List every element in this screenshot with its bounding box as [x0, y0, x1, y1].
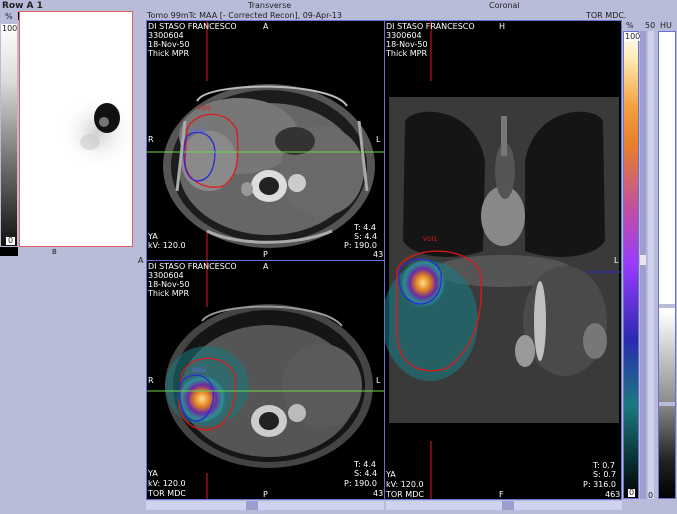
orientation-top: H	[499, 22, 506, 31]
transverse-fused-view[interactable]: DI STASO FRANCESCO 3300604 18-Nov-50 Thi…	[146, 260, 385, 500]
thickness-t: T: 4.4	[354, 460, 376, 469]
colorbar-percent-label: %	[626, 21, 634, 30]
orientation-bottom: P	[263, 490, 268, 499]
mip-image	[58, 94, 132, 170]
thickness-t: T: 4.4	[354, 223, 376, 232]
scale-top-label: 100	[2, 24, 18, 33]
study-header: Tomo 99mTc MAA [- Corrected Recon], 09-A…	[147, 11, 342, 20]
color-scale-slider[interactable]	[640, 31, 646, 499]
hu-label: HU	[660, 21, 672, 30]
hu-window-marker-lower[interactable]	[659, 402, 675, 406]
orientation-top: A	[263, 262, 269, 271]
orientation-bottom: P	[263, 250, 268, 259]
orientation-right: L	[376, 135, 381, 144]
colorbar-top-value: 100	[625, 32, 641, 41]
hu-scale-bar	[658, 31, 676, 499]
slice-number: 463	[605, 490, 621, 499]
thickness-s: S: 0.7	[593, 470, 617, 479]
thickness-s: S: 4.4	[354, 232, 378, 241]
color-scale-bar: 100 0	[623, 31, 641, 499]
patient-dob: 18-Nov-50	[386, 40, 428, 49]
orientation-right: L	[614, 256, 619, 265]
kv-label: kV: 120.0	[148, 479, 186, 488]
scale-bottom-label: 0	[6, 236, 16, 245]
patient-dob: 18-Nov-50	[148, 280, 190, 289]
footer-label: TOR MDC	[386, 490, 424, 499]
patient-name: DI STASO FRANCESCO	[386, 22, 475, 31]
voi1-label: VOI1	[423, 236, 438, 243]
recon-type: Thick MPR	[148, 49, 190, 58]
orientation-top: A	[263, 22, 269, 31]
position-p: P: 190.0	[344, 479, 377, 488]
kv-label: kV: 120.0	[386, 480, 424, 489]
transverse-scrollbar[interactable]	[146, 501, 384, 510]
mip-viewport[interactable]	[19, 11, 133, 247]
coronal-image	[385, 21, 621, 499]
transverse-scroll-thumb[interactable]	[246, 501, 258, 510]
patient-name: DI STASO FRANCESCO	[148, 262, 237, 271]
institution-label: TOR MDC.	[586, 11, 627, 20]
coronal-view[interactable]: DI STASO FRANCESCO 3300604 18-Nov-50 Thi…	[384, 20, 622, 500]
orientation-right: L	[376, 376, 381, 385]
ya-label: YA	[386, 470, 396, 479]
bottom-marker: B	[52, 248, 57, 256]
transverse-title: Transverse	[248, 1, 292, 10]
voi1-label: VOI1	[197, 105, 212, 112]
side-marker: A	[138, 256, 144, 265]
ya-label: YA	[148, 232, 158, 241]
percent-label: %	[5, 12, 13, 21]
hu-bottom-value: 0	[648, 491, 654, 500]
voi2-label: VOI2	[192, 367, 207, 374]
coronal-title: Coronal	[489, 1, 520, 10]
patient-id: 3300604	[148, 271, 184, 280]
slider-handle[interactable]	[640, 255, 646, 265]
thickness-s: S: 4.4	[354, 469, 378, 478]
patient-id: 3300604	[386, 31, 422, 40]
transverse-ct-view[interactable]: DI STASO FRANCESCO 3300604 18-Nov-50 Thi…	[146, 20, 385, 261]
position-p: P: 316.0	[583, 480, 616, 489]
slice-number: 43	[373, 489, 384, 498]
orientation-left: R	[148, 376, 154, 385]
coronal-scrollbar[interactable]	[386, 501, 622, 510]
patient-dob: 18-Nov-50	[148, 40, 190, 49]
patient-id: 3300604	[148, 31, 184, 40]
grayscale-bar: 100 0	[1, 24, 17, 246]
ya-label: YA	[148, 469, 158, 478]
hu-window-marker[interactable]	[659, 304, 675, 308]
lower-strip	[0, 247, 18, 256]
footer-label: TOR MDC	[148, 489, 186, 498]
voi2-label: VOI2	[191, 127, 206, 134]
coronal-scroll-thumb[interactable]	[502, 501, 514, 510]
position-p: P: 190.0	[344, 241, 377, 250]
slice-number: 43	[373, 250, 384, 259]
orientation-left: R	[148, 135, 154, 144]
thickness-t: T: 0.7	[593, 461, 615, 470]
colorbar-value-label: 50	[645, 21, 656, 30]
patient-name: DI STASO FRANCESCO	[148, 22, 237, 31]
color-scale-slider-2[interactable]	[648, 31, 654, 499]
colorbar-bottom-value: 0	[628, 488, 636, 497]
orientation-bottom: F	[499, 490, 504, 499]
recon-type: Thick MPR	[148, 289, 190, 298]
kv-label: kV: 120.0	[148, 241, 186, 250]
panel-title: Row A 1	[2, 1, 43, 11]
recon-type: Thick MPR	[386, 49, 428, 58]
